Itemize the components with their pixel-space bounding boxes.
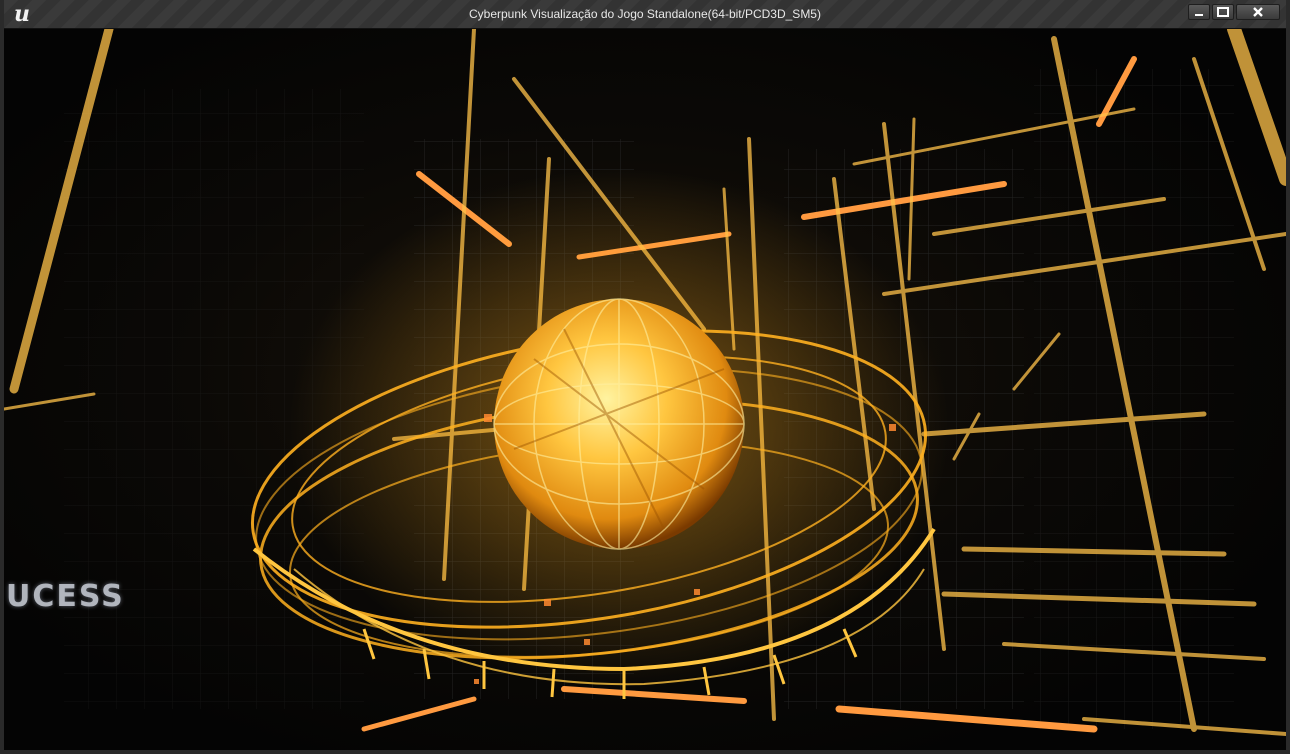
- window-title: Cyberpunk Visualização do Jogo Standalon…: [469, 7, 821, 21]
- minimize-button[interactable]: [1188, 4, 1210, 20]
- title-bar[interactable]: u Cyberpunk Visualização do Jogo Standal…: [4, 0, 1286, 29]
- close-icon: [1253, 7, 1263, 17]
- game-viewport[interactable]: UCESS: [4, 29, 1286, 750]
- close-button[interactable]: [1236, 4, 1280, 20]
- side-wall-right: [1034, 69, 1234, 729]
- window-controls: [1188, 4, 1280, 22]
- game-window: u Cyberpunk Visualização do Jogo Standal…: [0, 0, 1290, 754]
- maximize-icon: [1217, 7, 1229, 17]
- minimize-icon: [1195, 14, 1203, 16]
- glowing-sphere: [493, 298, 745, 550]
- maximize-button[interactable]: [1212, 4, 1234, 20]
- scene-render: [4, 29, 1286, 736]
- success-text-overlay: UCESS: [6, 579, 125, 614]
